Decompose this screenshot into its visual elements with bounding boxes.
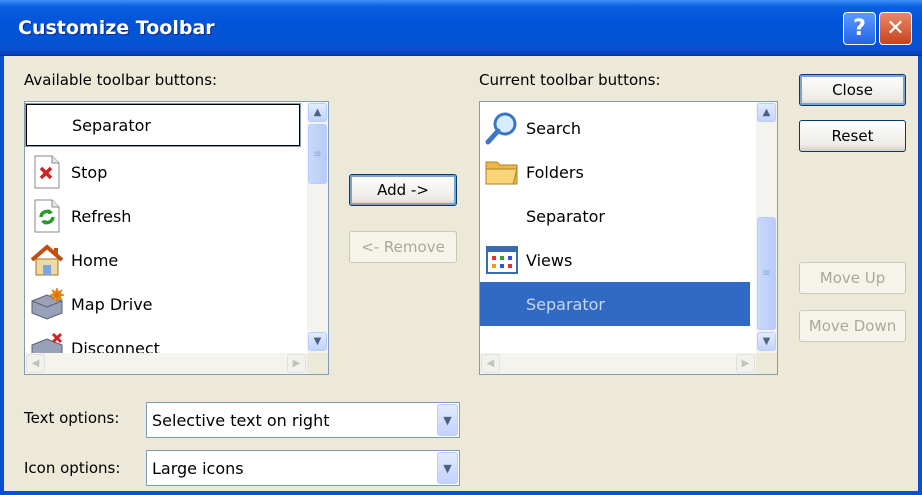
remove-button[interactable]: <- Remove <box>349 231 457 263</box>
scroll-left-icon[interactable]: ◀ <box>481 354 500 373</box>
text-options-value: Selective text on right <box>152 410 330 430</box>
scroll-up-icon[interactable]: ▲ <box>757 103 776 122</box>
current-label: Current toolbar buttons: <box>479 71 661 89</box>
close-icon: ✕ <box>886 16 905 41</box>
add-button[interactable]: Add -> <box>349 174 457 206</box>
current-item-separator[interactable]: Separator <box>480 194 750 238</box>
window-title: Customize Toolbar <box>18 17 215 39</box>
scroll-down-icon[interactable]: ▼ <box>757 332 776 351</box>
available-item-home[interactable]: Home <box>25 238 301 282</box>
current-item-separator-selected[interactable]: Separator <box>480 282 750 326</box>
refresh-icon <box>27 196 67 236</box>
scroll-thumb[interactable]: ≡ <box>757 217 776 330</box>
icon-options-label: Icon options: <box>24 459 121 477</box>
current-item-views[interactable]: Views <box>480 238 750 282</box>
text-options-label: Text options: <box>24 409 120 427</box>
stop-icon <box>27 152 67 192</box>
close-window-button[interactable]: ✕ <box>879 12 912 45</box>
help-icon: ? <box>853 16 866 41</box>
current-vertical-scrollbar[interactable]: ▲ ≡ ▼ <box>756 102 777 353</box>
home-icon <box>27 240 67 280</box>
folders-icon <box>482 152 522 192</box>
available-vertical-scrollbar[interactable]: ▲ ≡ ▼ <box>307 102 328 353</box>
available-listbox[interactable]: Separator Stop Refresh Home Map Drive Di… <box>24 101 329 375</box>
title-bar[interactable]: Customize Toolbar ? ✕ <box>0 0 922 56</box>
scroll-down-icon[interactable]: ▼ <box>308 332 327 351</box>
scroll-right-icon[interactable]: ▶ <box>736 354 755 373</box>
available-label: Available toolbar buttons: <box>24 71 218 89</box>
text-options-select[interactable]: Selective text on right ▼ <box>146 402 460 438</box>
views-icon <box>482 240 522 280</box>
reset-button[interactable]: Reset <box>799 120 906 152</box>
available-horizontal-scrollbar[interactable]: ◀ ▶ <box>25 353 308 374</box>
available-item-separator[interactable]: Separator <box>25 103 301 147</box>
available-item-map-drive[interactable]: Map Drive <box>25 282 301 326</box>
help-button[interactable]: ? <box>843 12 876 45</box>
icon-options-select[interactable]: Large icons ▼ <box>146 450 460 486</box>
current-item-search[interactable]: Search <box>480 106 750 150</box>
chevron-down-icon[interactable]: ▼ <box>437 452 458 484</box>
available-item-refresh[interactable]: Refresh <box>25 194 301 238</box>
scroll-up-icon[interactable]: ▲ <box>308 103 327 122</box>
available-item-stop[interactable]: Stop <box>25 150 301 194</box>
scroll-left-icon[interactable]: ◀ <box>26 354 45 373</box>
current-listbox[interactable]: Search Folders Separator Views Separator… <box>479 101 778 375</box>
icon-options-value: Large icons <box>152 458 244 478</box>
scroll-right-icon[interactable]: ▶ <box>287 354 306 373</box>
move-up-button[interactable]: Move Up <box>799 262 906 294</box>
chevron-down-icon[interactable]: ▼ <box>437 404 458 436</box>
scroll-corner <box>307 353 328 374</box>
search-icon <box>482 108 522 148</box>
map-drive-icon <box>27 284 67 324</box>
scroll-thumb[interactable]: ≡ <box>308 124 327 184</box>
move-down-button[interactable]: Move Down <box>799 310 906 342</box>
current-item-folders[interactable]: Folders <box>480 150 750 194</box>
current-horizontal-scrollbar[interactable]: ◀ ▶ <box>480 353 757 374</box>
close-button[interactable]: Close <box>799 74 906 106</box>
scroll-corner <box>756 353 777 374</box>
